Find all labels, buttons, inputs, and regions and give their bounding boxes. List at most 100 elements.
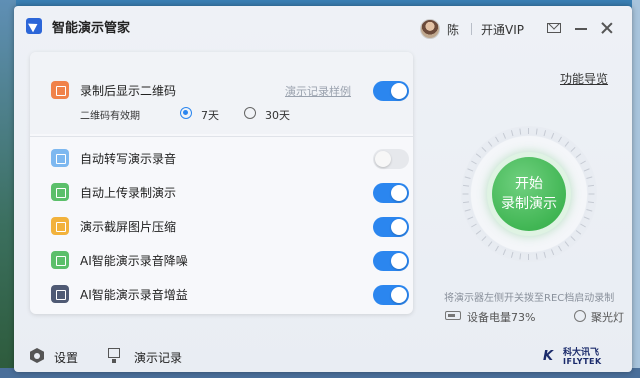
dial-tick [495,245,499,252]
toggle-knob [391,287,407,303]
dial-tick [588,193,595,195]
record-button-line1: 开始 [515,176,543,192]
noise-reduction-icon [51,251,69,269]
qr-validity-label: 二维码有效期 [80,111,140,122]
dial-tick [535,253,538,260]
dial-tick [475,230,482,235]
bottom-bar: 设置 演示记录 K 科大讯飞 IFLYTEK [14,336,632,372]
function-guide-link[interactable]: 功能导览 [560,70,608,87]
dial-tick [462,193,469,195]
record-list-icon[interactable] [108,348,120,363]
spotlight-icon[interactable] [571,307,589,325]
user-avatar[interactable] [420,19,440,39]
qr-code-icon [51,81,69,99]
transcribe-icon [51,149,69,167]
compress-toggle[interactable] [373,217,409,237]
dial-tick [580,160,586,165]
setting-label-noise: AI智能演示录音降噪 [80,254,188,268]
app-window: 智能演示管家 陈 开通VIP 录制后显示二维码 演示记录样例 二维码有效期 7天… [14,6,632,372]
setting-label-gain: AI智能演示录音增益 [80,288,188,302]
dial-tick [543,251,547,258]
dial-tick [587,201,595,204]
dial-tick [502,249,507,256]
dial-tick [510,130,514,137]
noise-toggle[interactable] [373,251,409,271]
setting-row-noise: AI智能演示录音降噪 [30,245,413,275]
dial-tick [570,236,576,242]
record-button-line2: 录制演示 [501,196,557,212]
dial-tick [570,146,576,152]
minimize-icon[interactable] [575,28,587,30]
gain-icon [51,285,69,303]
dial-tick [475,153,482,158]
close-icon[interactable] [600,21,614,35]
setting-row-transcribe: 自动转写演示录音 [30,143,413,173]
settings-icon[interactable] [30,348,44,363]
setting-row-upload: 自动上传录制演示 [30,177,413,207]
setting-label-upload: 自动上传录制演示 [80,186,177,200]
dial-tick [471,223,477,228]
dial-tick [462,201,470,204]
qr-toggle[interactable] [373,81,409,101]
start-record-button[interactable]: 开始 录制演示 [492,157,566,231]
setting-label-compress: 演示截屏图片压缩 [80,220,177,234]
settings-button[interactable]: 设置 [54,349,78,366]
dial-tick [558,245,562,252]
desktop-right-strip [632,0,640,378]
setting-label-transcribe: 自动转写演示录音 [80,152,177,166]
record-hint: 将演示器左侧开关拨至REC档启动录制 [444,293,615,304]
dial-tick [471,160,477,165]
dial-tick [564,141,570,147]
transcribe-toggle[interactable] [373,149,409,169]
panel-divider [30,136,413,137]
upload-icon [51,183,69,201]
upload-toggle[interactable] [373,183,409,203]
radio-7-days-label[interactable]: 7天 [201,107,219,123]
dial-tick [464,209,471,212]
setting-row-gain: AI智能演示录音增益 [30,279,413,309]
open-vip-button[interactable]: 开通VIP [481,21,524,38]
dial-tick [550,249,555,256]
toggle-knob [391,185,407,201]
dial-tick [467,168,474,172]
dial-tick [543,130,547,137]
dial-tick [575,153,582,158]
dial-tick [586,176,593,179]
dial-tick [575,230,582,235]
qr-setting-label: 录制后显示二维码 [80,84,177,98]
dial-tick [502,132,507,139]
dial-tick [487,141,493,147]
sample-record-link[interactable]: 演示记录样例 [285,83,351,99]
iflytek-logo-icon: K [543,349,554,364]
radio-30-days-label[interactable]: 30天 [265,107,290,123]
toggle-knob [375,151,391,167]
dial-tick [558,136,562,143]
user-name[interactable]: 陈 [447,21,459,38]
image-compress-icon [51,217,69,235]
dial-tick [564,241,570,247]
dial-tick [467,216,474,220]
dial-tick [580,223,586,228]
qr-setting-row: 录制后显示二维码 演示记录样例 [30,75,413,105]
title-divider [471,23,472,35]
dial-tick [550,132,555,139]
spotlight-label[interactable]: 聚光灯 [591,309,624,325]
mail-icon[interactable] [547,23,561,33]
toggle-knob [391,219,407,235]
dial-tick [462,184,470,187]
dial-tick [519,253,522,260]
title-bar: 智能演示管家 陈 开通VIP [14,6,632,44]
dial-tick [586,209,593,212]
dial-tick [583,168,590,172]
toggle-knob [391,83,407,99]
gain-toggle[interactable] [373,285,409,305]
toggle-knob [391,253,407,269]
battery-icon [445,311,461,320]
records-button[interactable]: 演示记录 [134,349,182,366]
dial-tick [587,184,595,187]
dial-tick [535,128,538,135]
app-title: 智能演示管家 [52,21,131,36]
radio-30-days[interactable] [244,107,256,119]
brand-name-en: IFLYTEK [563,357,602,366]
radio-7-days[interactable] [180,107,192,119]
